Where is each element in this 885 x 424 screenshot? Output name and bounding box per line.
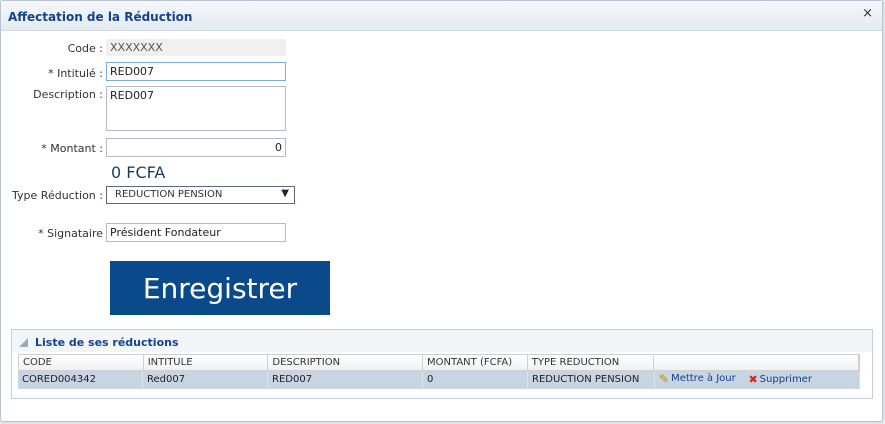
pencil-icon: ✎ xyxy=(659,371,670,386)
close-icon[interactable]: × xyxy=(862,7,873,21)
reductions-list-panel: Liste de ses réductions CODE INTITULE DE… xyxy=(11,329,873,399)
intitule-input[interactable] xyxy=(106,62,286,81)
update-label: Mettre à Jour xyxy=(671,373,736,384)
description-textarea[interactable]: RED007 xyxy=(106,86,286,131)
cell-description: RED007 xyxy=(268,371,423,389)
reduction-dialog: Affectation de la Réduction × Code : XXX… xyxy=(0,0,883,422)
delete-label: Supprimer xyxy=(759,374,812,385)
signataire-label: * Signataire xyxy=(38,227,103,240)
type-reduction-select[interactable]: REDUCTION PENSION ▼ xyxy=(106,186,295,204)
cell-intitule: Red007 xyxy=(143,371,268,389)
montant-input[interactable] xyxy=(106,138,286,157)
collapse-triangle-icon[interactable] xyxy=(19,338,28,347)
dialog-titlebar: Affectation de la Réduction × xyxy=(1,1,882,31)
code-field: XXXXXXX xyxy=(106,39,286,56)
chevron-down-icon: ▼ xyxy=(281,188,289,199)
save-button[interactable]: Enregistrer xyxy=(110,261,330,315)
type-reduction-label: Type Réduction : xyxy=(12,189,103,202)
update-link[interactable]: ✎ Mettre à Jour xyxy=(659,371,736,386)
montant-label: * Montant : xyxy=(41,142,103,155)
column-header-description[interactable]: DESCRIPTION xyxy=(268,355,424,370)
signataire-input[interactable] xyxy=(106,223,286,242)
intitule-label: * Intitulé : xyxy=(48,67,103,80)
description-label: Description : xyxy=(33,88,103,101)
delete-icon: ✖ xyxy=(748,372,758,386)
cell-type: REDUCTION PENSION xyxy=(528,371,655,389)
reductions-grid: CODE INTITULE DESCRIPTION MONTANT (FCFA)… xyxy=(18,354,860,389)
table-row[interactable]: CORED004342 Red007 RED007 0 REDUCTION PE… xyxy=(18,371,860,389)
panel-header: Liste de ses réductions xyxy=(12,330,872,352)
column-header-code[interactable]: CODE xyxy=(19,355,144,370)
type-reduction-value: REDUCTION PENSION xyxy=(115,189,223,200)
grid-header: CODE INTITULE DESCRIPTION MONTANT (FCFA)… xyxy=(18,354,860,371)
amount-display: 0 FCFA xyxy=(111,163,166,182)
panel-title: Liste de ses réductions xyxy=(35,336,179,349)
dialog-title: Affectation de la Réduction xyxy=(8,10,193,24)
delete-link[interactable]: ✖ Supprimer xyxy=(748,372,812,386)
column-header-montant[interactable]: MONTANT (FCFA) xyxy=(423,355,528,370)
code-label: Code : xyxy=(67,42,103,55)
column-header-type[interactable]: TYPE REDUCTION xyxy=(528,355,655,370)
cell-actions: ✎ Mettre à Jour ✖ Supprimer xyxy=(655,371,860,389)
column-header-actions xyxy=(654,355,859,370)
cell-montant: 0 xyxy=(423,371,528,389)
cell-code: CORED004342 xyxy=(18,371,143,389)
column-header-intitule[interactable]: INTITULE xyxy=(144,355,269,370)
